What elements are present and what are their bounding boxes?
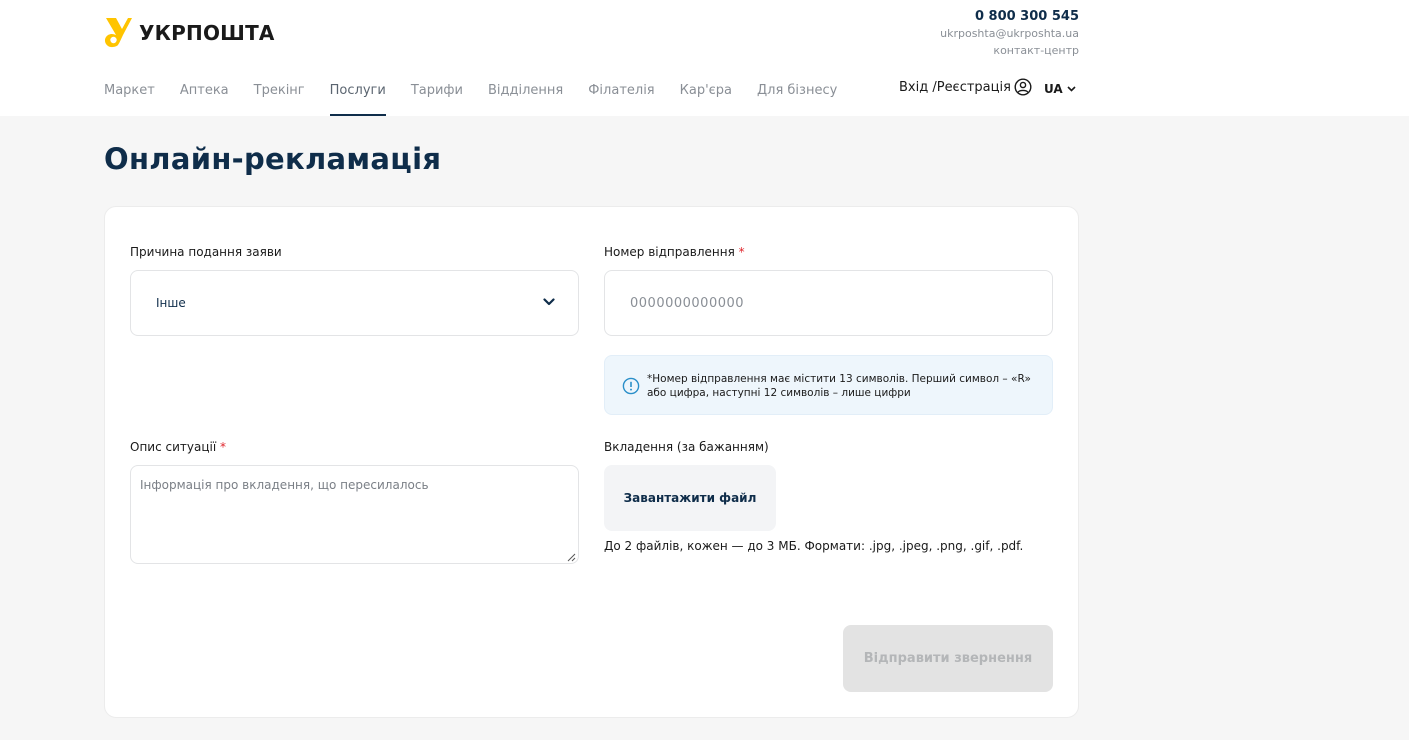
language-label: UA [1044,82,1063,96]
required-mark: * [738,245,745,259]
upload-file-button[interactable]: Завантажити файл [604,465,776,531]
contact-info: 0 800 300 545 ukrposhta@ukrposhta.ua кон… [940,8,1079,59]
reason-select[interactable]: Інше [130,270,579,336]
page-title: Онлайн-рекламація [104,142,442,176]
tracking-info-text: *Номер відправлення має містити 13 симво… [647,373,1031,399]
attachment-hint: До 2 файлів, кожен — до 3 МБ. Формати: .… [604,539,1024,553]
resize-grip-icon[interactable] [566,552,576,562]
nav-item-market[interactable]: Маркет [104,82,155,116]
chevron-down-icon [543,298,555,306]
info-icon [622,377,640,395]
reason-label: Причина подання заяви [130,245,282,259]
main-nav: Маркет Аптека Трекінг Послуги Тарифи Від… [104,82,862,116]
nav-item-services[interactable]: Послуги [329,82,386,116]
logo[interactable]: УКРПОШТА [104,17,275,48]
tracking-number-input[interactable] [604,270,1053,336]
nav-item-business[interactable]: Для бізнесу [757,82,837,116]
logo-text: УКРПОШТА [139,20,275,45]
tracking-info-box: *Номер відправлення має містити 13 симво… [604,355,1053,415]
claim-form-card: Причина подання заяви Інше Номер відправ… [104,206,1079,718]
attachment-label: Вкладення (за бажанням) [604,440,769,454]
reason-label-text: Причина подання заяви [130,245,282,259]
site-header: УКРПОШТА 0 800 300 545 ukrposhta@ukrposh… [0,0,1409,116]
nav-item-branches[interactable]: Відділення [488,82,563,116]
nav-item-philately[interactable]: Філателія [588,82,654,116]
phone-number[interactable]: 0 800 300 545 [940,8,1079,25]
nav-item-career[interactable]: Кар'єра [680,82,732,116]
nav-item-tariffs[interactable]: Тарифи [411,82,463,116]
description-label: Опис ситуації * [130,440,226,454]
tracking-label-text: Номер відправлення [604,245,735,259]
email-link[interactable]: ukrposhta@ukrposhta.ua [940,25,1079,42]
login-label: Вхід /Реєстрація [899,79,1011,95]
language-selector[interactable]: UA [1044,82,1076,96]
required-mark: * [220,440,227,454]
nav-item-pharmacy[interactable]: Аптека [180,82,229,116]
chevron-down-icon [1067,86,1076,92]
attachment-label-text: Вкладення (за бажанням) [604,440,769,454]
user-icon [1014,78,1032,96]
description-textarea[interactable] [130,465,579,564]
ukrposhta-logo-icon [104,17,134,48]
contact-center-link[interactable]: контакт-центр [940,42,1079,59]
login-link[interactable]: Вхід /Реєстрація [899,78,1032,96]
submit-claim-button[interactable]: Відправити звернення [843,625,1053,692]
nav-item-tracking[interactable]: Трекінг [254,82,305,116]
tracking-label: Номер відправлення * [604,245,745,259]
reason-select-value: Інше [156,296,186,310]
description-label-text: Опис ситуації [130,440,217,454]
